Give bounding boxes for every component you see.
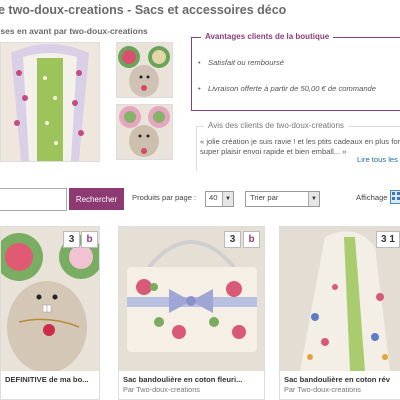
display-label: Affichage : [356,193,392,202]
product-card[interactable]: 3 1 Sac bandoulière en coton rév Par Two… [279,226,400,400]
advantages-panel [191,37,400,111]
mouse-photo-illustration [117,43,172,97]
alphabet-bag-illustration [280,227,400,371]
photo-count-badge: 3 1 [376,231,400,248]
mouse-plush-illustration [1,227,99,371]
sort-select[interactable]: Trier par ▼ [245,191,320,207]
product-seller[interactable]: Par Two-doux-creations [123,385,200,394]
photo-count-badge: 3 [63,231,80,248]
grid-view-icon[interactable] [390,190,400,204]
photo-count-badge: 3 [224,231,241,248]
shop-badge: b [81,231,98,248]
product-title[interactable]: Sac bandoulière en coton fleuri... [123,375,261,384]
reviews-title: Avis des clients de two-doux-creations [204,121,348,130]
advantage-item: Livraison offerte à partir de 50,00 € de… [198,84,376,93]
read-all-reviews-link[interactable]: Lire tous les [357,155,398,164]
advantage-item: Satisfait ou remboursé [198,58,284,67]
product-image[interactable] [280,227,400,371]
product-card[interactable]: 3 b DEFINITIVE de ma bo... [0,226,100,400]
dropdown-arrow-icon: ▼ [222,192,233,206]
per-page-label: Produits par page : [132,193,197,202]
product-title[interactable]: DEFINITIVE de ma bo... [5,375,97,384]
search-input[interactable] [0,188,67,211]
search-button[interactable]: Rechercher [69,188,124,210]
product-seller[interactable]: Par Two-doux-creations [284,385,361,394]
product-image[interactable] [1,227,99,371]
per-page-value: 40 [209,193,218,202]
product-card[interactable]: 3 b Sac bandoulière en coton fleuri... P… [118,226,265,400]
featured-section-title: ises en avant par two-doux-creations [0,26,148,36]
shop-badge: b [243,231,260,248]
dropdown-arrow-icon: ▼ [308,192,319,206]
per-page-select[interactable]: 40 ▼ [205,191,234,207]
featured-main-image[interactable] [0,42,100,162]
product-image[interactable] [119,227,264,371]
featured-thumb-1[interactable] [116,42,173,98]
sort-value: Trier par [250,193,279,202]
review-quote: « jolie création je suis ravie ! et les … [200,137,400,156]
shop-title: e two-doux-creations - Sacs et accessoir… [0,3,287,17]
floral-bag-illustration [119,227,264,371]
featured-thumb-2[interactable] [116,104,173,160]
bag-photo-illustration [1,43,99,161]
mouse-photo-illustration [117,105,172,159]
product-title[interactable]: Sac bandoulière en coton rév [284,375,400,384]
advantages-title: Avantages clients de la boutique [201,32,334,41]
